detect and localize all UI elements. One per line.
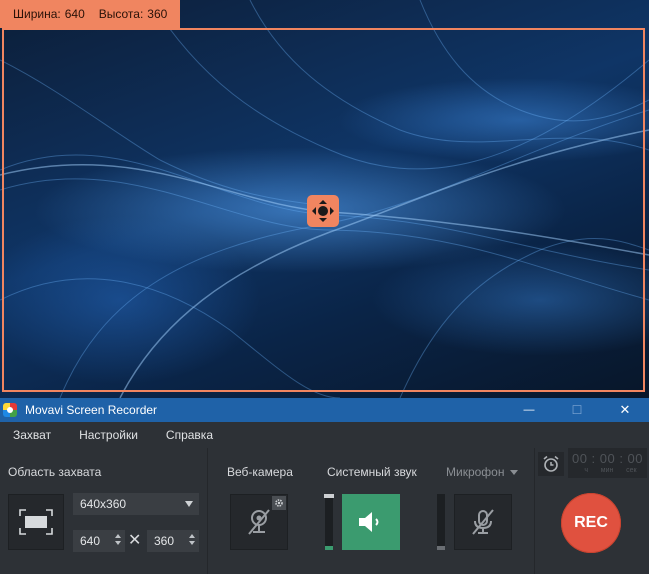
microphone-toggle-button[interactable] <box>454 494 512 550</box>
schedule-button[interactable] <box>538 452 564 476</box>
minimize-button[interactable]: — <box>505 398 553 422</box>
system-sound-level-slider[interactable] <box>324 494 334 550</box>
record-panel: 00 : 00 : 00 ч мин сек REC <box>536 448 649 574</box>
times-icon: ✕ <box>128 532 142 549</box>
area-height-value: 360 <box>154 534 175 548</box>
microphone-dropdown[interactable]: Микрофон <box>446 465 519 479</box>
area-preset-select[interactable]: 640x360 <box>73 493 199 515</box>
system-sound-level-fill <box>325 546 333 550</box>
menu-capture[interactable]: Захват <box>0 428 66 442</box>
menubar: Захват Настройки Справка <box>0 422 649 448</box>
microphone-label: Микрофон <box>446 465 505 479</box>
area-width-stepper[interactable]: 640 <box>73 530 125 552</box>
recording-timer: 00 : 00 : 00 ч мин сек <box>568 448 647 478</box>
microphone-off-icon <box>472 509 494 535</box>
titlebar[interactable]: Movavi Screen Recorder — ☐ ✕ <box>0 398 649 422</box>
webcam-label: Веб-камера <box>227 465 293 479</box>
recorder-window: Movavi Screen Recorder — ☐ ✕ Захват Наст… <box>0 398 649 574</box>
menu-settings[interactable]: Настройки <box>66 428 153 442</box>
webcam-off-icon <box>248 509 270 535</box>
minimize-icon: — <box>523 404 535 416</box>
timer-unit-minutes: мин <box>600 467 614 474</box>
move-handle[interactable] <box>307 195 339 227</box>
area-preset-value: 640x360 <box>80 497 127 511</box>
height-label: Высота: <box>98 7 144 21</box>
capture-area-title: Область захвата <box>8 465 102 479</box>
select-area-button[interactable] <box>8 494 64 550</box>
maximize-icon: ☐ <box>571 403 583 417</box>
system-sound-label: Системный звук <box>327 465 417 479</box>
window-title: Movavi Screen Recorder <box>25 403 158 417</box>
webcam-toggle-button[interactable] <box>230 494 288 550</box>
rec-button[interactable]: REC <box>561 493 621 553</box>
close-icon: ✕ <box>619 402 631 417</box>
chevron-down-icon <box>185 501 193 507</box>
movavi-app-icon <box>3 403 17 417</box>
gear-icon <box>275 499 283 507</box>
speaker-icon <box>359 512 379 532</box>
width-label: Ширина: <box>13 7 61 21</box>
capture-frame-icon <box>19 509 53 535</box>
height-value: 360 <box>147 7 168 21</box>
microphone-level-slider[interactable] <box>437 494 445 550</box>
timer-row: 00 : 00 : 00 ч мин сек <box>536 448 649 480</box>
system-sound-level-thumb[interactable] <box>324 494 334 498</box>
maximize-button[interactable]: ☐ <box>553 398 601 422</box>
move-arrows-icon <box>312 200 334 222</box>
spin-arrows-icon[interactable] <box>189 534 195 545</box>
area-height-stepper[interactable]: 360 <box>147 530 199 552</box>
capture-size-label: Ширина: 640 Высота: 360 <box>0 0 180 28</box>
timer-unit-hours: ч <box>584 467 589 474</box>
webcam-settings-button[interactable] <box>272 496 286 510</box>
capture-area-panel: Область захвата 640x360 640 ✕ 360 <box>0 448 208 574</box>
width-value: 640 <box>64 7 85 21</box>
menu-help[interactable]: Справка <box>153 428 228 442</box>
timer-unit-seconds: сек <box>626 467 637 474</box>
system-sound-toggle-button[interactable] <box>342 494 400 550</box>
timer-value: 00 : 00 : 00 <box>571 451 644 466</box>
chevron-down-icon <box>510 469 519 475</box>
microphone-level-fill <box>437 546 445 550</box>
capture-area[interactable]: Ширина: 640 Высота: 360 <box>0 0 649 398</box>
alarm-clock-icon <box>543 455 559 472</box>
area-width-value: 640 <box>80 534 101 548</box>
media-panel: Веб-камера Системный звук Микрофон <box>209 448 535 574</box>
spin-arrows-icon[interactable] <box>115 534 121 545</box>
close-button[interactable]: ✕ <box>601 398 649 422</box>
